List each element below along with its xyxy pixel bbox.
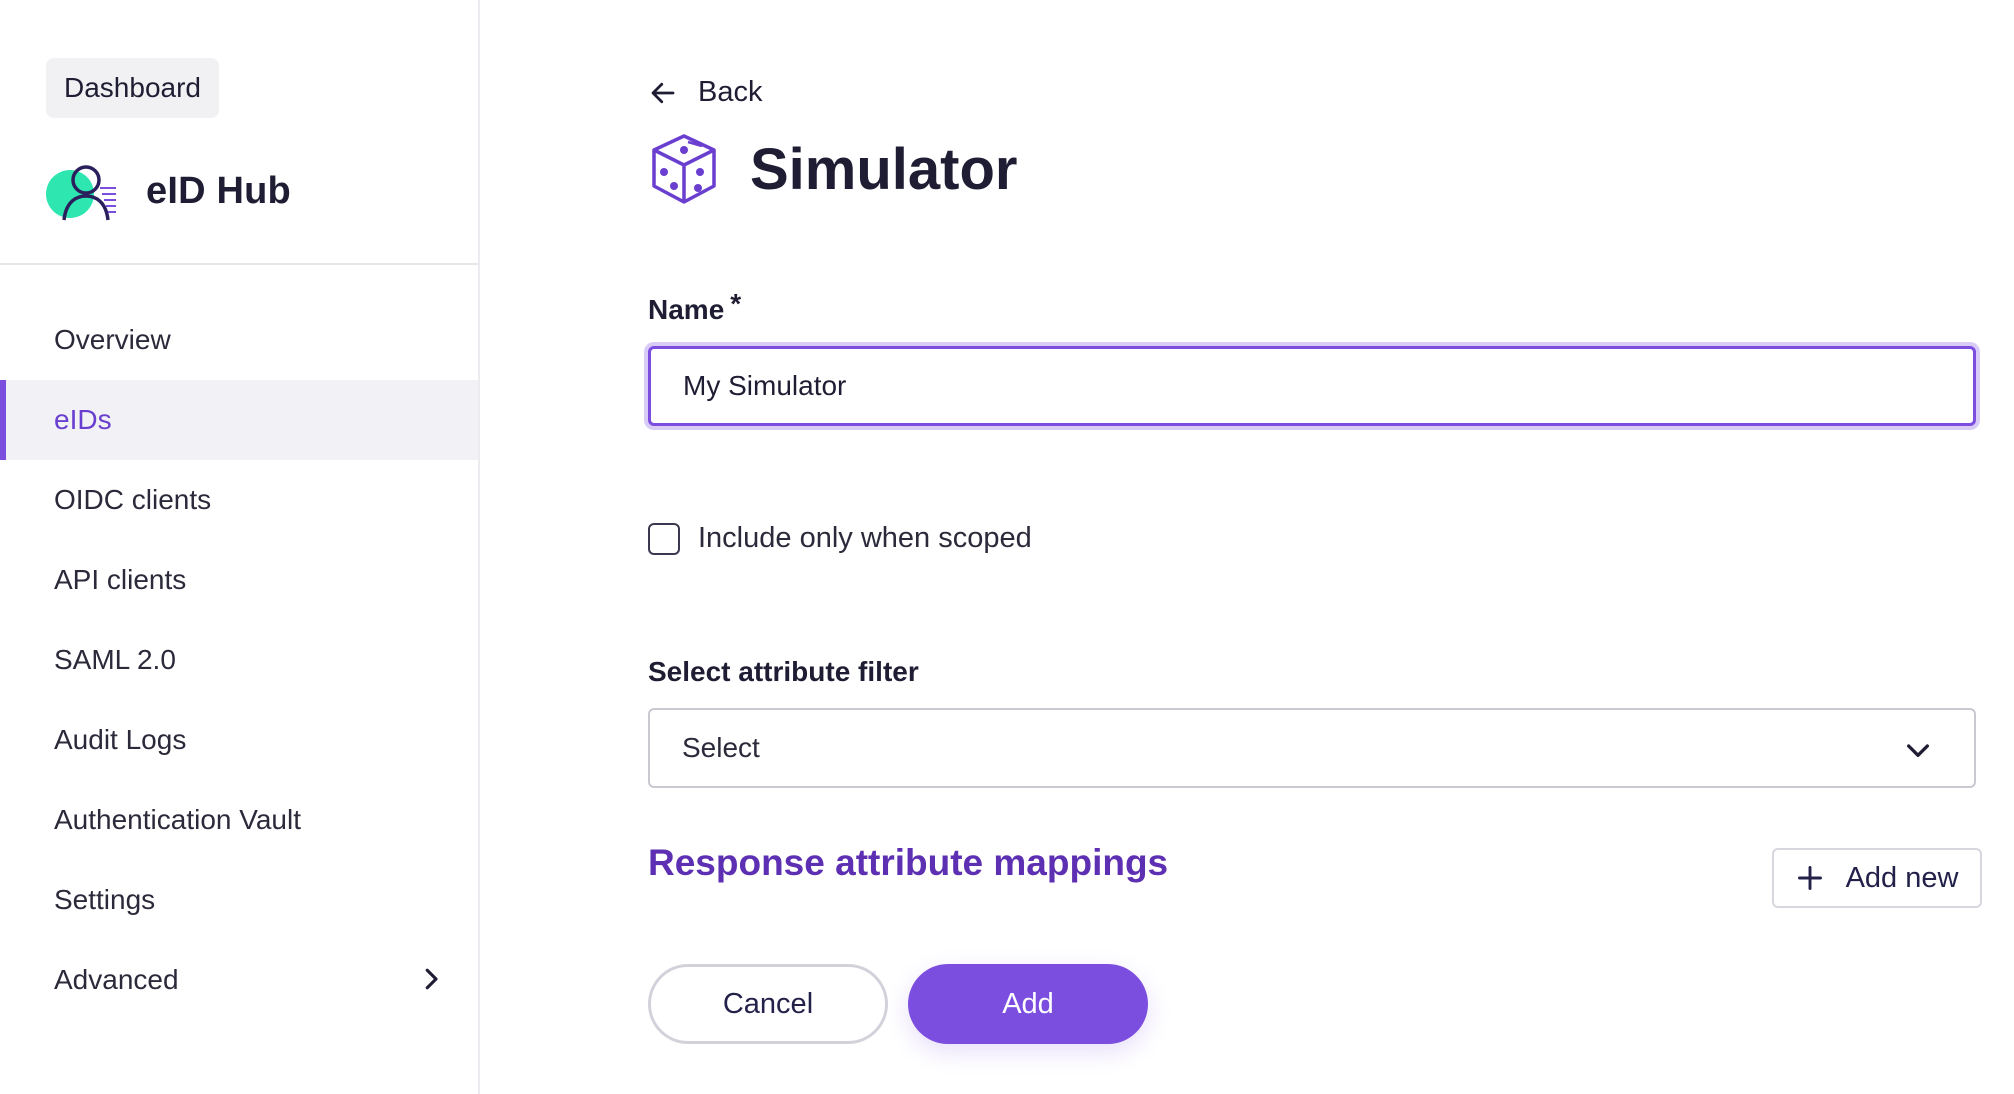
sidebar-item-audit-logs[interactable]: Audit Logs	[0, 700, 478, 780]
name-input[interactable]	[648, 346, 1976, 426]
response-mappings-title: Response attribute mappings	[648, 842, 1169, 883]
sidebar-item-advanced[interactable]: Advanced	[0, 940, 478, 1020]
main-content: Back Simulator Name* Include only when s…	[480, 0, 2014, 1094]
sidebar-item-eids[interactable]: eIDs	[0, 380, 478, 460]
add-new-label: Add new	[1845, 861, 1959, 894]
sidebar-item-label: Settings	[54, 884, 156, 915]
back-link[interactable]: Back	[648, 76, 762, 109]
sidebar-item-label: SAML 2.0	[54, 644, 176, 675]
eid-hub-logo-icon	[46, 165, 116, 221]
back-label: Back	[698, 76, 763, 108]
chevron-right-icon	[425, 968, 438, 990]
brand-name: eID Hub	[146, 169, 291, 212]
sidebar-item-label: Overview	[54, 324, 171, 355]
sidebar-item-label: eIDs	[54, 404, 112, 435]
dice-icon	[652, 134, 716, 204]
name-field-label: Name *	[648, 288, 741, 326]
add-new-mapping-button[interactable]: Add new	[1772, 848, 1982, 908]
sidebar-item-label: API clients	[54, 564, 187, 595]
sidebar-divider	[0, 263, 478, 265]
sidebar-item-oidc-clients[interactable]: OIDC clients	[0, 460, 478, 540]
include-scoped-label: Include only when scoped	[698, 522, 1032, 554]
required-mark: *	[730, 288, 742, 319]
arrow-left-icon	[651, 82, 675, 103]
include-scoped-checkbox[interactable]	[648, 522, 680, 555]
sidebar-item-label: Audit Logs	[54, 724, 187, 755]
plus-icon	[1797, 866, 1822, 890]
page-title: Simulator	[750, 136, 1018, 202]
sidebar-item-label: OIDC clients	[54, 484, 212, 515]
name-label-text: Name	[648, 294, 725, 325]
sidebar-item-authentication-vault[interactable]: Authentication Vault	[0, 780, 478, 860]
include-scoped-option[interactable]: Include only when scoped	[648, 522, 1032, 555]
brand: eID Hub	[46, 158, 291, 224]
sidebar-item-label: Advanced	[54, 964, 179, 995]
sidebar-item-api-clients[interactable]: API clients	[0, 540, 478, 620]
attribute-filter-select[interactable]: Select	[648, 708, 1976, 788]
page-header: Simulator	[648, 132, 1018, 206]
sidebar-item-overview[interactable]: Overview	[0, 300, 478, 380]
sidebar-nav: Overview eIDs OIDC clients API clients S…	[0, 300, 478, 1020]
sidebar-item-saml[interactable]: SAML 2.0	[0, 620, 478, 700]
attribute-filter-value: Select	[682, 732, 760, 763]
dashboard-button[interactable]: Dashboard	[46, 58, 219, 118]
sidebar-item-label: Authentication Vault	[54, 804, 301, 835]
add-button[interactable]: Add	[908, 964, 1148, 1044]
sidebar: Dashboard eID Hub Overview eIDs OIDC cli…	[0, 0, 480, 1094]
cancel-button[interactable]: Cancel	[648, 964, 888, 1044]
sidebar-item-settings[interactable]: Settings	[0, 860, 478, 940]
attribute-filter-label: Select attribute filter	[648, 656, 919, 687]
chevron-down-icon	[1907, 744, 1929, 757]
